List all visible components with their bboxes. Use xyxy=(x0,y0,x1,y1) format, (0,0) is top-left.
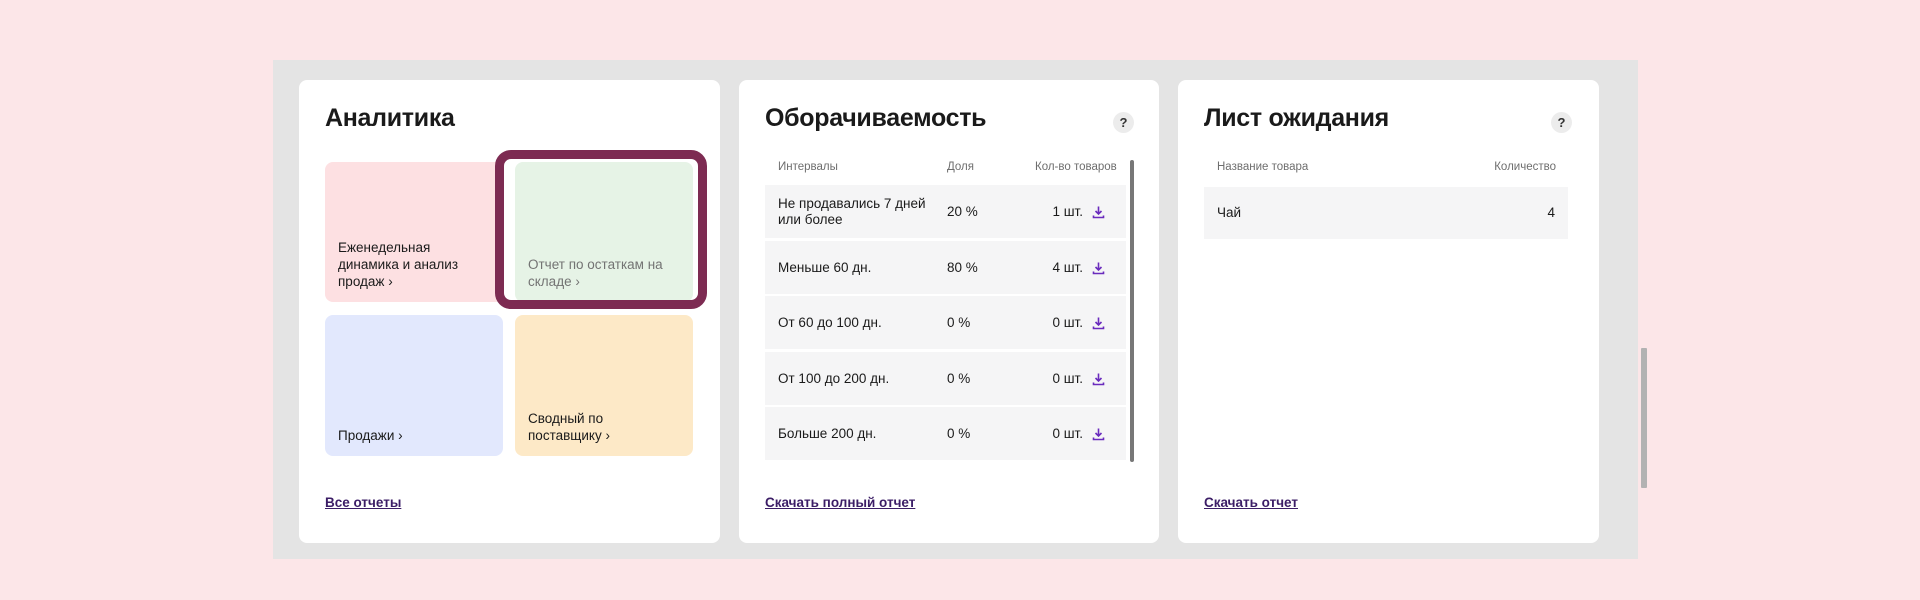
tile-label: Отчет по остаткам на складе › xyxy=(528,257,663,289)
table-row: От 60 до 100 дн. 0 % 0 шт. xyxy=(765,296,1126,349)
count-cell: 0 шт. xyxy=(1052,314,1083,330)
quantity-cell: 4 xyxy=(1547,205,1555,220)
waitlist-card: Лист ожидания ? Название товара Количест… xyxy=(1178,80,1599,543)
all-reports-link[interactable]: Все отчеты xyxy=(325,495,401,510)
count-cell: 4 шт. xyxy=(1052,259,1083,275)
tile-stock-report[interactable]: Отчет по остаткам на складе › xyxy=(515,162,693,302)
table-row: Чай 4 xyxy=(1204,187,1568,239)
turnover-card: Оборачиваемость ? Интервалы Доля Кол-во … xyxy=(739,80,1159,543)
help-icon[interactable]: ? xyxy=(1551,112,1572,133)
chevron-right-icon: › xyxy=(398,428,403,443)
interval-cell: Не продавались 7 дней или более xyxy=(778,195,926,227)
help-icon[interactable]: ? xyxy=(1113,112,1134,133)
waitlist-title: Лист ожидания xyxy=(1204,104,1389,132)
interval-cell: От 60 до 100 дн. xyxy=(778,314,882,330)
share-cell: 0 % xyxy=(947,425,971,441)
column-header-intervals: Интервалы xyxy=(778,161,838,173)
column-header-share: Доля xyxy=(947,161,974,173)
page-scrollbar-thumb[interactable] xyxy=(1641,348,1647,488)
chevron-right-icon: › xyxy=(575,274,580,289)
table-scrollbar[interactable] xyxy=(1130,160,1134,462)
table-row: Больше 200 дн. 0 % 0 шт. xyxy=(765,407,1126,460)
column-header-count: Кол-во товаров xyxy=(1035,161,1117,173)
share-cell: 0 % xyxy=(947,370,971,386)
analytics-card: Аналитика Еженедельная динамика и анализ… xyxy=(299,80,720,543)
tile-supplier-summary[interactable]: Сводный по поставщику › xyxy=(515,315,693,456)
download-icon[interactable] xyxy=(1092,372,1105,385)
count-cell: 0 шт. xyxy=(1052,370,1083,386)
share-cell: 0 % xyxy=(947,314,971,330)
download-icon[interactable] xyxy=(1092,427,1105,440)
share-cell: 20 % xyxy=(947,203,978,219)
chevron-right-icon: › xyxy=(605,428,611,443)
count-cell: 0 шт. xyxy=(1052,425,1083,441)
table-row: Меньше 60 дн. 80 % 4 шт. xyxy=(765,241,1126,294)
interval-cell: От 100 до 200 дн. xyxy=(778,370,890,386)
product-name-cell: Чай xyxy=(1217,205,1242,220)
tile-sales[interactable]: Продажи › xyxy=(325,315,503,456)
tile-weekly-dynamics[interactable]: Еженедельная динамика и анализ продаж › xyxy=(325,162,503,302)
download-icon[interactable] xyxy=(1092,261,1105,274)
chevron-right-icon: › xyxy=(388,274,393,289)
interval-cell: Больше 200 дн. xyxy=(778,425,877,441)
interval-cell: Меньше 60 дн. xyxy=(778,259,872,275)
table-row: От 100 до 200 дн. 0 % 0 шт. xyxy=(765,352,1126,405)
tile-label: Сводный по поставщику › xyxy=(528,411,611,443)
download-icon[interactable] xyxy=(1092,316,1105,329)
share-cell: 80 % xyxy=(947,259,978,275)
download-report-link[interactable]: Скачать отчет xyxy=(1204,495,1298,510)
tile-label: Еженедельная динамика и анализ продаж › xyxy=(338,240,459,289)
turnover-title: Оборачиваемость xyxy=(765,104,987,132)
table-row: Не продавались 7 дней или более 20 % 1 ш… xyxy=(765,185,1126,238)
download-full-report-link[interactable]: Скачать полный отчет xyxy=(765,495,915,510)
analytics-title: Аналитика xyxy=(325,104,455,132)
count-cell: 1 шт. xyxy=(1052,203,1083,219)
download-icon[interactable] xyxy=(1092,205,1105,218)
column-header-quantity: Количество xyxy=(1494,161,1556,173)
column-header-product-name: Название товара xyxy=(1217,161,1309,173)
tile-label: Продажи › xyxy=(338,428,403,443)
